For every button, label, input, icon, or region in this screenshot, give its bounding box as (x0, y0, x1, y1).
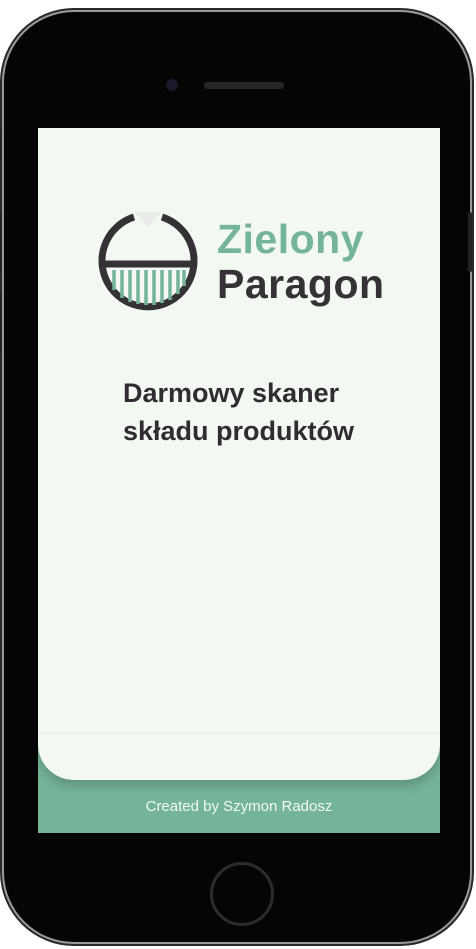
tagline-line1: Darmowy skaner (123, 378, 340, 408)
app-screen: Zielony Paragon Darmowy skaner składu pr… (38, 128, 440, 833)
home-button[interactable] (210, 862, 274, 926)
speaker (204, 82, 284, 89)
receipt-scanner-logo-icon (98, 212, 198, 311)
footer-credit: Created by Szymon Radosz (145, 798, 333, 815)
camera-icon (166, 79, 178, 91)
mute-switch (0, 130, 2, 162)
power-button (468, 212, 472, 272)
brand-name-line2: Paragon (217, 261, 385, 307)
divider (38, 733, 440, 734)
brand-name-line1: Zielony (217, 216, 365, 262)
volume-down-button (0, 292, 2, 352)
splash-card: Zielony Paragon Darmowy skaner składu pr… (38, 128, 440, 780)
volume-up-button (0, 212, 2, 272)
tagline-line2: składu produktów (123, 416, 355, 446)
tagline: Darmowy skaner składu produktów (123, 374, 354, 450)
